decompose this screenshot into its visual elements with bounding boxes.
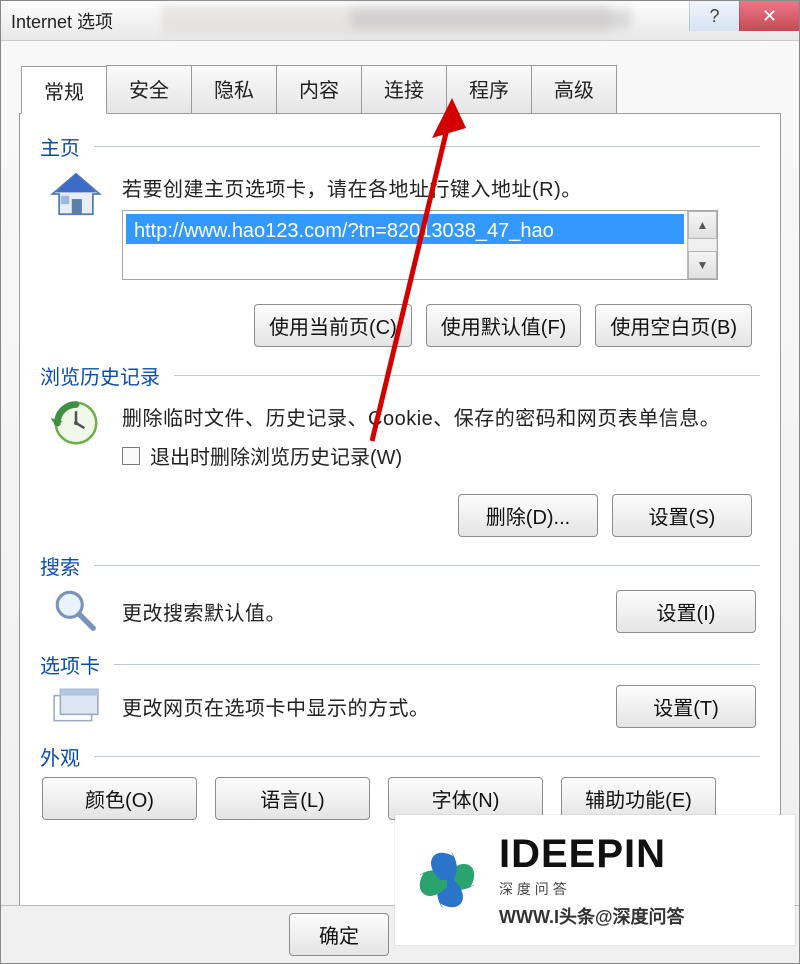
home-url-textarea[interactable]: http://www.hao123.com/?tn=82013038_47_ha… xyxy=(122,210,718,280)
group-history: 浏览历史记录 删除临时文件、历史记录、Cookie、保存的密码和网页表单信息。 xyxy=(40,361,760,537)
home-icon xyxy=(44,167,108,347)
home-title: 主页 xyxy=(40,132,80,161)
tab-general[interactable]: 常规 xyxy=(21,66,107,114)
history-icon xyxy=(44,396,108,537)
languages-button[interactable]: 语言(L) xyxy=(215,777,370,820)
group-appearance: 外观 颜色(O) 语言(L) 字体(N) 辅助功能(E) xyxy=(40,742,760,820)
close-button[interactable]: ✕ xyxy=(739,1,799,31)
divider xyxy=(174,375,760,376)
tab-connections[interactable]: 连接 xyxy=(361,65,447,113)
watermark-sub: 深 度 问 答 xyxy=(499,879,685,899)
tabs-settings-button[interactable]: 设置(T) xyxy=(616,685,756,728)
appearance-title: 外观 xyxy=(40,742,80,771)
delete-history-button[interactable]: 删除(D)... xyxy=(458,494,598,537)
history-title: 浏览历史记录 xyxy=(40,361,160,390)
tab-security[interactable]: 安全 xyxy=(106,65,192,113)
help-button[interactable]: ? xyxy=(689,1,739,31)
accessibility-button[interactable]: 辅助功能(E) xyxy=(561,777,716,820)
delete-on-exit-label: 退出时删除浏览历史记录(W) xyxy=(150,441,402,470)
tabs-instruction: 更改网页在选项卡中显示的方式。 xyxy=(122,692,430,721)
use-default-button[interactable]: 使用默认值(F) xyxy=(426,304,582,347)
use-blank-button[interactable]: 使用空白页(B) xyxy=(595,304,752,347)
titlebar: Internet 选项 ? ✕ xyxy=(1,1,799,41)
use-current-button[interactable]: 使用当前页(C) xyxy=(254,304,412,347)
tabs-icon xyxy=(44,685,108,728)
group-search: 搜索 更改搜索默认值。 设置(I) xyxy=(40,551,760,636)
history-settings-button[interactable]: 设置(S) xyxy=(612,494,752,537)
tab-programs[interactable]: 程序 xyxy=(446,65,532,113)
watermark-logo-icon xyxy=(405,838,489,922)
search-settings-button[interactable]: 设置(I) xyxy=(616,590,756,633)
tabs-title: 选项卡 xyxy=(40,650,100,679)
watermark-brand: IDEEPIN xyxy=(499,832,685,877)
search-icon xyxy=(44,586,108,636)
scrollbar[interactable]: ▲ ▼ xyxy=(687,211,717,279)
tab-privacy[interactable]: 隐私 xyxy=(191,65,277,113)
scroll-track[interactable] xyxy=(688,239,717,251)
tab-content[interactable]: 内容 xyxy=(276,65,362,113)
internet-options-window: Internet 选项 ? ✕ 常规 安全 隐私 内容 连接 程序 高级 主页 xyxy=(0,0,800,964)
window-title: Internet 选项 xyxy=(11,8,113,34)
delete-on-exit-checkbox[interactable] xyxy=(122,447,140,465)
scroll-up-icon[interactable]: ▲ xyxy=(688,211,717,239)
divider xyxy=(94,565,760,566)
group-home: 主页 若要创建主页选项卡，请在各地址行键入地址(R)。 http://www.h… xyxy=(40,132,760,347)
watermark-url: WWW.I头条@深度问答 xyxy=(499,903,685,929)
tab-strip: 常规 安全 隐私 内容 连接 程序 高级 xyxy=(21,65,799,113)
group-tabs: 选项卡 更改网页在选项卡中显示的方式。 设置(T) xyxy=(40,650,760,728)
tab-advanced[interactable]: 高级 xyxy=(531,65,617,113)
divider xyxy=(114,664,760,665)
blurred-bg-2 xyxy=(351,9,631,29)
history-instruction: 删除临时文件、历史记录、Cookie、保存的密码和网页表单信息。 xyxy=(122,402,756,431)
home-url-value: http://www.hao123.com/?tn=82013038_47_ha… xyxy=(126,214,684,244)
ok-button[interactable]: 确定 xyxy=(289,913,389,956)
watermark: IDEEPIN 深 度 问 答 WWW.I头条@深度问答 xyxy=(395,815,795,945)
divider xyxy=(94,756,760,757)
search-instruction: 更改搜索默认值。 xyxy=(122,597,286,626)
search-title: 搜索 xyxy=(40,551,80,580)
home-instruction: 若要创建主页选项卡，请在各地址行键入地址(R)。 xyxy=(122,173,756,202)
scroll-down-icon[interactable]: ▼ xyxy=(688,251,717,279)
colors-button[interactable]: 颜色(O) xyxy=(42,777,197,820)
divider xyxy=(94,146,760,147)
fonts-button[interactable]: 字体(N) xyxy=(388,777,543,820)
